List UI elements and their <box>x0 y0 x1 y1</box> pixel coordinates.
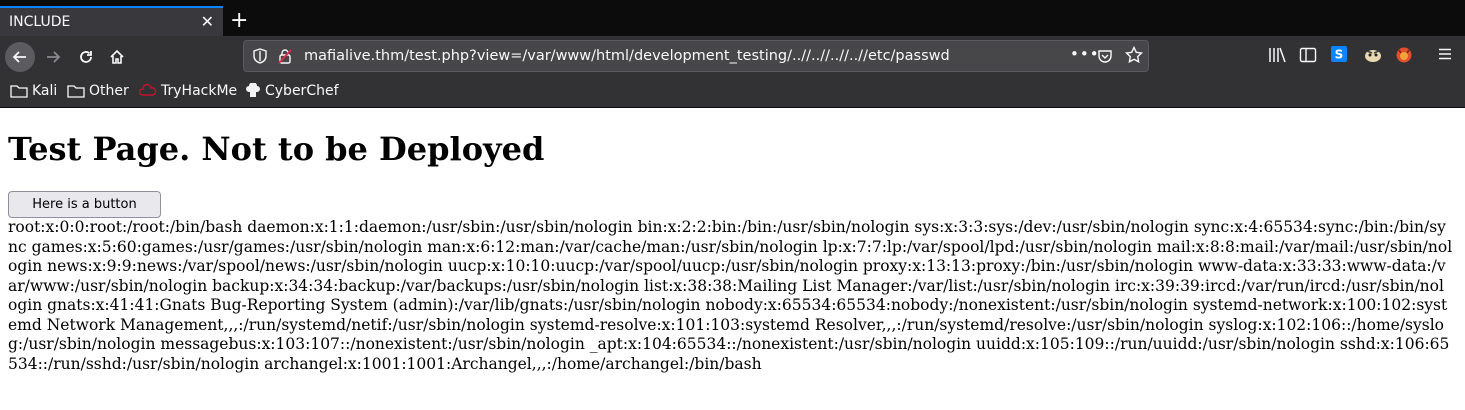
bookmark-tryhackme[interactable]: TryHackMe <box>139 83 237 99</box>
extension-s-icon[interactable]: S <box>1331 46 1347 66</box>
page-actions-menu-icon[interactable]: ••• <box>1070 45 1100 63</box>
navigation-toolbar: mafialive.thm/test.php?view=/var/www/htm… <box>0 36 1465 78</box>
arrow-left-icon <box>12 51 26 63</box>
insecure-lock-icon[interactable] <box>278 48 292 68</box>
svg-text:S: S <box>1335 48 1344 62</box>
extension-fox-icon[interactable] <box>1395 46 1413 68</box>
bookmark-kali[interactable]: Kali <box>10 83 57 99</box>
bookmark-label: Other <box>89 83 129 99</box>
page-content: Test Page. Not to be Deployed Here is a … <box>0 108 1465 410</box>
bookmarks-toolbar: Kali Other TryHackMe CyberChef <box>0 78 1465 108</box>
url-bar[interactable]: mafialive.thm/test.php?view=/var/www/htm… <box>243 40 1149 72</box>
passwd-file-output: root:x:0:0:root:/root:/bin/bash daemon:x… <box>8 218 1453 373</box>
pocket-icon[interactable] <box>1097 48 1113 68</box>
bookmark-label: Kali <box>32 83 58 99</box>
tab-bar: INCLUDE ✕ + <box>0 0 1465 38</box>
forward-button[interactable] <box>38 42 68 72</box>
extension-face-icon[interactable] <box>1363 46 1383 68</box>
reload-icon <box>80 51 92 63</box>
tab-close-icon[interactable]: ✕ <box>201 13 214 31</box>
bookmark-star-icon[interactable] <box>1124 45 1144 68</box>
sidebar-icon[interactable] <box>1299 46 1317 68</box>
library-icon[interactable] <box>1268 46 1286 68</box>
shield-icon[interactable] <box>253 48 267 68</box>
url-text[interactable]: mafialive.thm/test.php?view=/var/www/htm… <box>304 48 950 64</box>
hamburger-menu-icon[interactable] <box>1437 46 1453 66</box>
arrow-right-icon <box>47 51 61 63</box>
bookmark-other[interactable]: Other <box>67 83 129 99</box>
bookmark-label: CyberChef <box>265 83 339 99</box>
page-title: Test Page. Not to be Deployed <box>8 130 545 168</box>
back-button[interactable] <box>5 42 35 72</box>
here-is-a-button[interactable]: Here is a button <box>8 191 161 218</box>
reload-button[interactable] <box>71 42 101 72</box>
folder-icon <box>67 85 85 98</box>
folder-icon <box>10 85 28 98</box>
new-tab-button[interactable]: + <box>230 10 248 32</box>
bookmark-label: TryHackMe <box>161 83 238 99</box>
tryhackme-icon <box>139 83 157 96</box>
tab-title: INCLUDE <box>9 14 71 30</box>
home-icon <box>110 49 124 64</box>
cyberchef-icon <box>246 83 260 97</box>
home-button[interactable] <box>102 42 132 72</box>
tab-include[interactable]: INCLUDE ✕ <box>0 6 223 38</box>
bookmark-cyberchef[interactable]: CyberChef <box>245 83 339 99</box>
